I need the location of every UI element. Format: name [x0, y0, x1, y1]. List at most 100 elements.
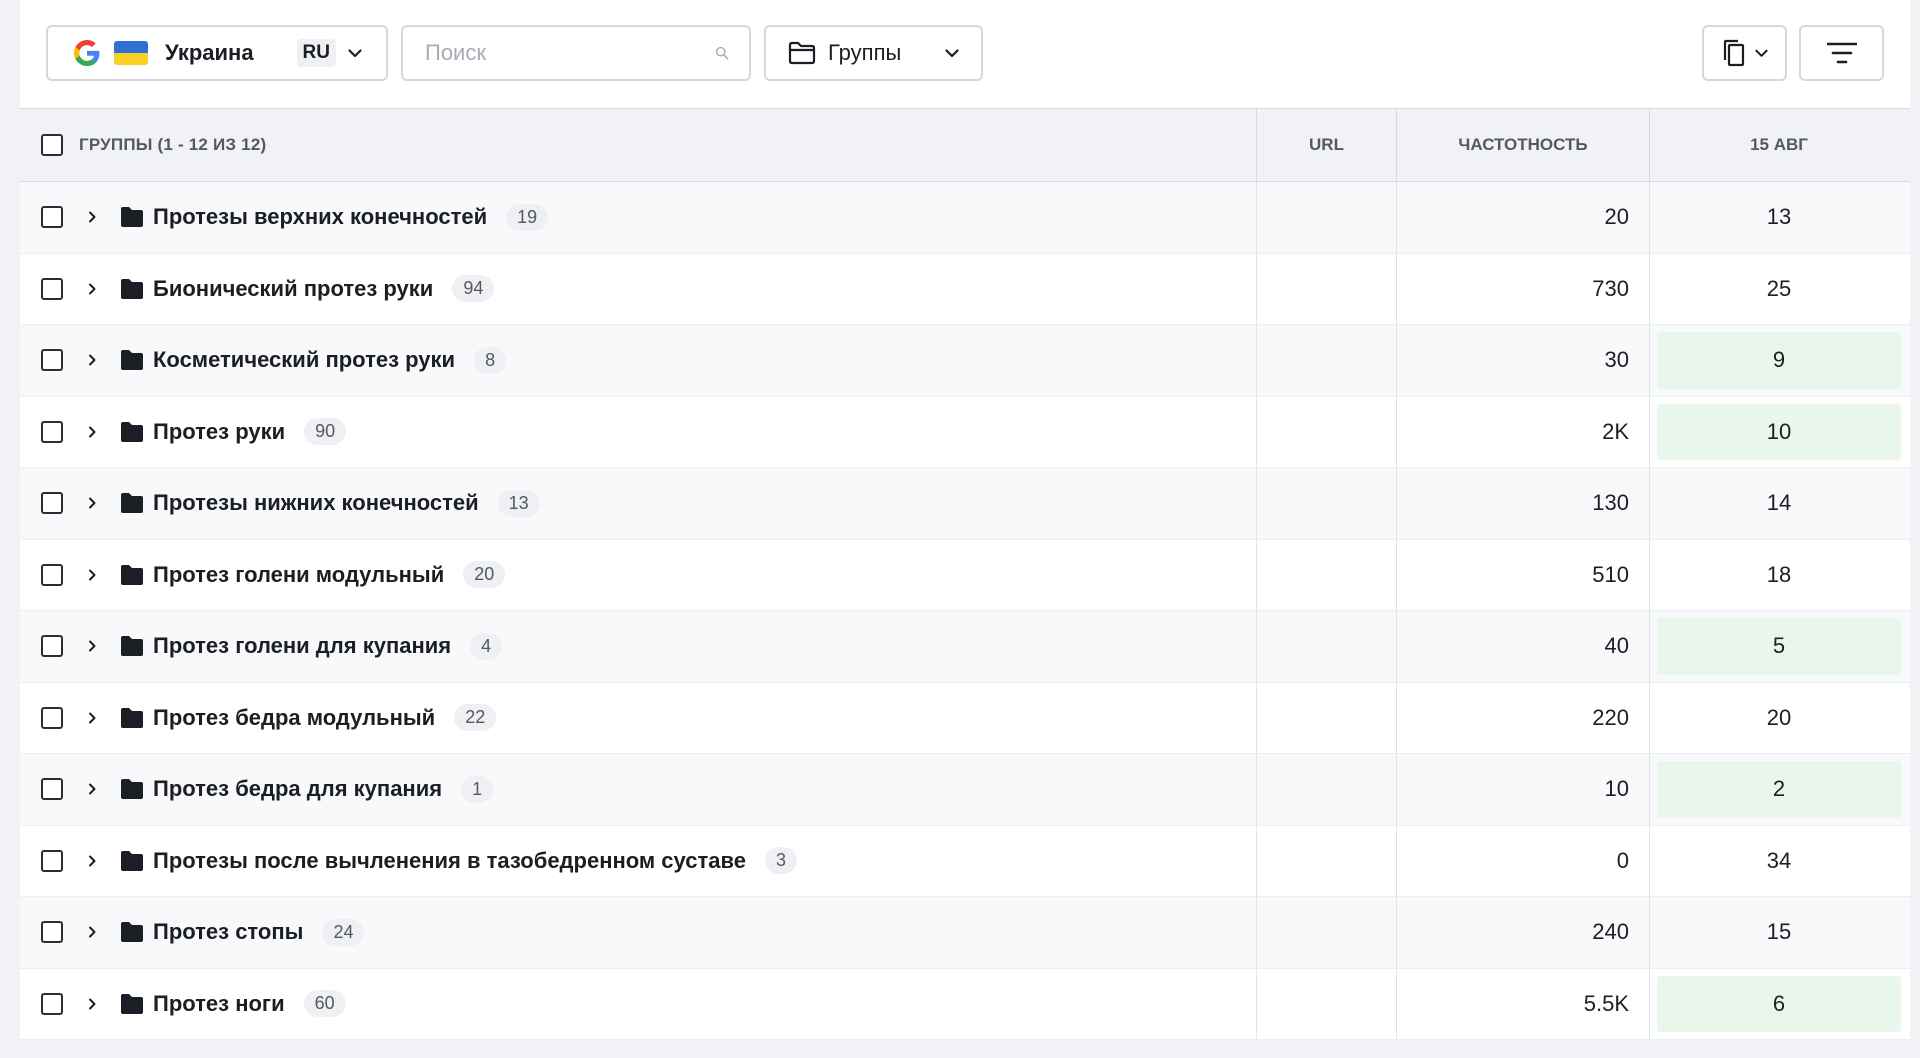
chevron-right-icon[interactable] [84, 924, 100, 940]
group-name-cell[interactable]: Косметический протез руки 8 [153, 325, 507, 396]
column-divider [1649, 611, 1650, 682]
chevron-right-icon[interactable] [84, 281, 100, 297]
table-row[interactable]: Протез голени для купания 4 40 5 [20, 611, 1910, 683]
group-name-cell[interactable]: Протезы верхних конечностей 19 [153, 182, 549, 253]
row-checkbox[interactable] [41, 420, 63, 443]
search-box[interactable] [401, 25, 751, 81]
column-divider [1256, 754, 1257, 825]
group-name-cell[interactable]: Протезы после вычленения в тазобедренном… [153, 826, 797, 897]
row-checkbox[interactable] [41, 277, 63, 300]
group-name[interactable]: Протез бедра для купания [153, 776, 442, 802]
search-icon[interactable] [715, 42, 729, 64]
region-selector[interactable]: Украина RU [46, 25, 388, 81]
table-row[interactable]: Протез бедра для купания 1 10 2 [20, 754, 1910, 826]
groups-selector[interactable]: Группы [764, 25, 983, 81]
group-name-cell[interactable]: Протез стопы 24 [153, 897, 365, 968]
table-row[interactable]: Протез бедра модульный 22 220 20 [20, 682, 1910, 754]
position-cell: 5 [1657, 618, 1901, 675]
row-checkbox[interactable] [41, 563, 63, 586]
keyword-count-badge: 3 [764, 847, 797, 875]
group-name-cell[interactable]: Бионический протез руки 94 [153, 254, 495, 325]
table-row[interactable]: Протезы после вычленения в тазобедренном… [20, 825, 1910, 897]
filter-button[interactable] [1799, 25, 1884, 81]
table-row[interactable]: Протез руки 90 2K 10 [20, 396, 1910, 468]
chevron-right-icon[interactable] [84, 638, 100, 654]
table-row[interactable]: Протезы верхних конечностей 19 20 13 [20, 182, 1910, 254]
chevron-right-icon[interactable] [84, 424, 100, 440]
groups-column-header[interactable]: ГРУППЫ (1 - 12 ИЗ 12) [79, 109, 266, 181]
position-cell: 20 [1766, 704, 1792, 730]
row-checkbox[interactable] [41, 349, 63, 372]
frequency-cell: 5.5K [1583, 990, 1629, 1016]
chevron-right-icon[interactable] [84, 352, 100, 368]
groups-selector-label: Группы [828, 40, 902, 65]
row-checkbox[interactable] [41, 849, 63, 872]
group-name[interactable]: Протез голени для купания [153, 633, 451, 659]
group-name[interactable]: Протезы нижних конечностей [153, 490, 479, 516]
date-column-header[interactable]: 15 АВГ [1650, 109, 1908, 181]
group-name-cell[interactable]: Протез голени модульный 20 [153, 540, 506, 611]
column-divider [1649, 968, 1650, 1039]
chevron-right-icon[interactable] [84, 996, 100, 1012]
row-checkbox[interactable] [41, 921, 63, 944]
folder-icon [121, 278, 143, 299]
frequency-cell: 240 [1592, 919, 1629, 945]
group-name-cell[interactable]: Протез голени для купания 4 [153, 611, 503, 682]
group-name[interactable]: Протез стопы [153, 919, 303, 945]
group-name-cell[interactable]: Протез бедра для купания 1 [153, 754, 494, 825]
group-name-cell[interactable]: Протез ноги 60 [153, 969, 346, 1040]
column-divider [1256, 539, 1257, 610]
chevron-right-icon[interactable] [84, 209, 100, 225]
group-name-cell[interactable]: Протез бедра модульный 22 [153, 683, 497, 754]
google-icon [74, 40, 100, 66]
group-name[interactable]: Протез руки [153, 419, 285, 445]
group-name[interactable]: Бионический протез руки [153, 276, 433, 302]
search-input[interactable] [423, 39, 715, 67]
table-row[interactable]: Протезы нижних конечностей 13 130 14 [20, 468, 1910, 540]
group-name-cell[interactable]: Протезы нижних конечностей 13 [153, 468, 540, 539]
url-column-header[interactable]: URL [1257, 109, 1396, 181]
frequency-cell: 2K [1602, 418, 1629, 444]
group-name-cell[interactable]: Протез руки 90 [153, 397, 347, 468]
folder-icon [121, 636, 143, 657]
select-all-checkbox[interactable] [41, 134, 63, 156]
row-checkbox[interactable] [41, 635, 63, 658]
folder-icon [121, 922, 143, 943]
folder-icon [121, 207, 143, 228]
position-cell: 6 [1657, 975, 1901, 1032]
position-cell: 2 [1657, 761, 1901, 818]
chevron-right-icon[interactable] [84, 710, 100, 726]
chevron-right-icon[interactable] [84, 567, 100, 583]
chevron-down-icon [945, 48, 959, 57]
group-name[interactable]: Протез ноги [153, 991, 285, 1017]
group-name[interactable]: Протез бедра модульный [153, 705, 435, 731]
table-header: ГРУППЫ (1 - 12 ИЗ 12) URL ЧАСТОТНОСТЬ 15… [20, 108, 1910, 182]
frequency-column-header[interactable]: ЧАСТОТНОСТЬ [1397, 109, 1649, 181]
table-row[interactable]: Протез стопы 24 240 15 [20, 897, 1910, 969]
column-divider [1256, 325, 1257, 396]
table-row[interactable]: Протез ноги 60 5.5K 6 [20, 968, 1910, 1040]
column-divider [1256, 396, 1257, 467]
copy-button[interactable] [1702, 25, 1787, 81]
group-name[interactable]: Косметический протез руки [153, 347, 455, 373]
frequency-cell: 20 [1604, 204, 1629, 230]
chevron-right-icon[interactable] [84, 853, 100, 869]
table-row[interactable]: Бионический протез руки 94 730 25 [20, 253, 1910, 325]
group-name[interactable]: Протезы после вычленения в тазобедренном… [153, 848, 746, 874]
row-checkbox[interactable] [41, 778, 63, 801]
row-checkbox[interactable] [41, 706, 63, 729]
position-cell: 18 [1766, 561, 1792, 587]
table-row[interactable]: Протез голени модульный 20 510 18 [20, 539, 1910, 611]
chevron-right-icon[interactable] [84, 495, 100, 511]
ukraine-flag-icon [114, 41, 148, 65]
group-name[interactable]: Протез голени модульный [153, 562, 444, 588]
row-checkbox[interactable] [41, 992, 63, 1015]
row-checkbox[interactable] [41, 206, 63, 229]
table-row[interactable]: Косметический протез руки 8 30 9 [20, 325, 1910, 397]
row-checkbox[interactable] [41, 492, 63, 515]
group-name[interactable]: Протезы верхних конечностей [153, 204, 487, 230]
column-divider [1256, 611, 1257, 682]
chevron-right-icon[interactable] [84, 781, 100, 797]
column-divider [1256, 682, 1257, 753]
position-cell: 9 [1657, 332, 1901, 389]
